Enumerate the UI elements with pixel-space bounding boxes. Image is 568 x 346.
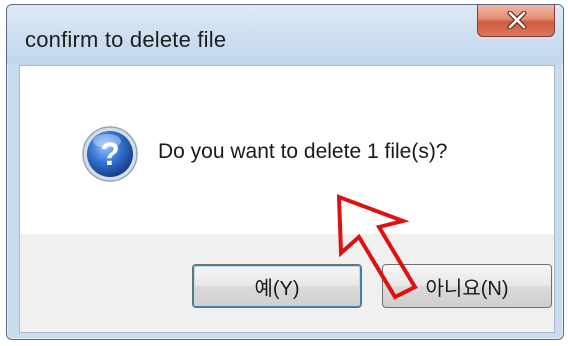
message-area: ? Do you want to delete 1 file(s)?	[20, 66, 554, 234]
no-button[interactable]: 아니요(N)	[382, 264, 552, 308]
close-button[interactable]	[477, 5, 555, 37]
svg-text:?: ?	[100, 136, 120, 172]
yes-button-label: 예(Y)	[254, 277, 300, 300]
confirm-dialog: confirm to delete file ? Do you want to …	[6, 4, 564, 340]
no-button-label: 아니요(N)	[425, 277, 509, 300]
title-bar[interactable]: confirm to delete file	[7, 5, 563, 65]
window-title: confirm to delete file	[25, 27, 227, 52]
question-icon: ?	[82, 126, 138, 182]
yes-button[interactable]: 예(Y)	[192, 264, 362, 308]
message-text: Do you want to delete 1 file(s)?	[158, 140, 448, 163]
dialog-body: ? Do you want to delete 1 file(s)? 예(Y) …	[19, 65, 555, 333]
close-icon	[507, 11, 527, 29]
